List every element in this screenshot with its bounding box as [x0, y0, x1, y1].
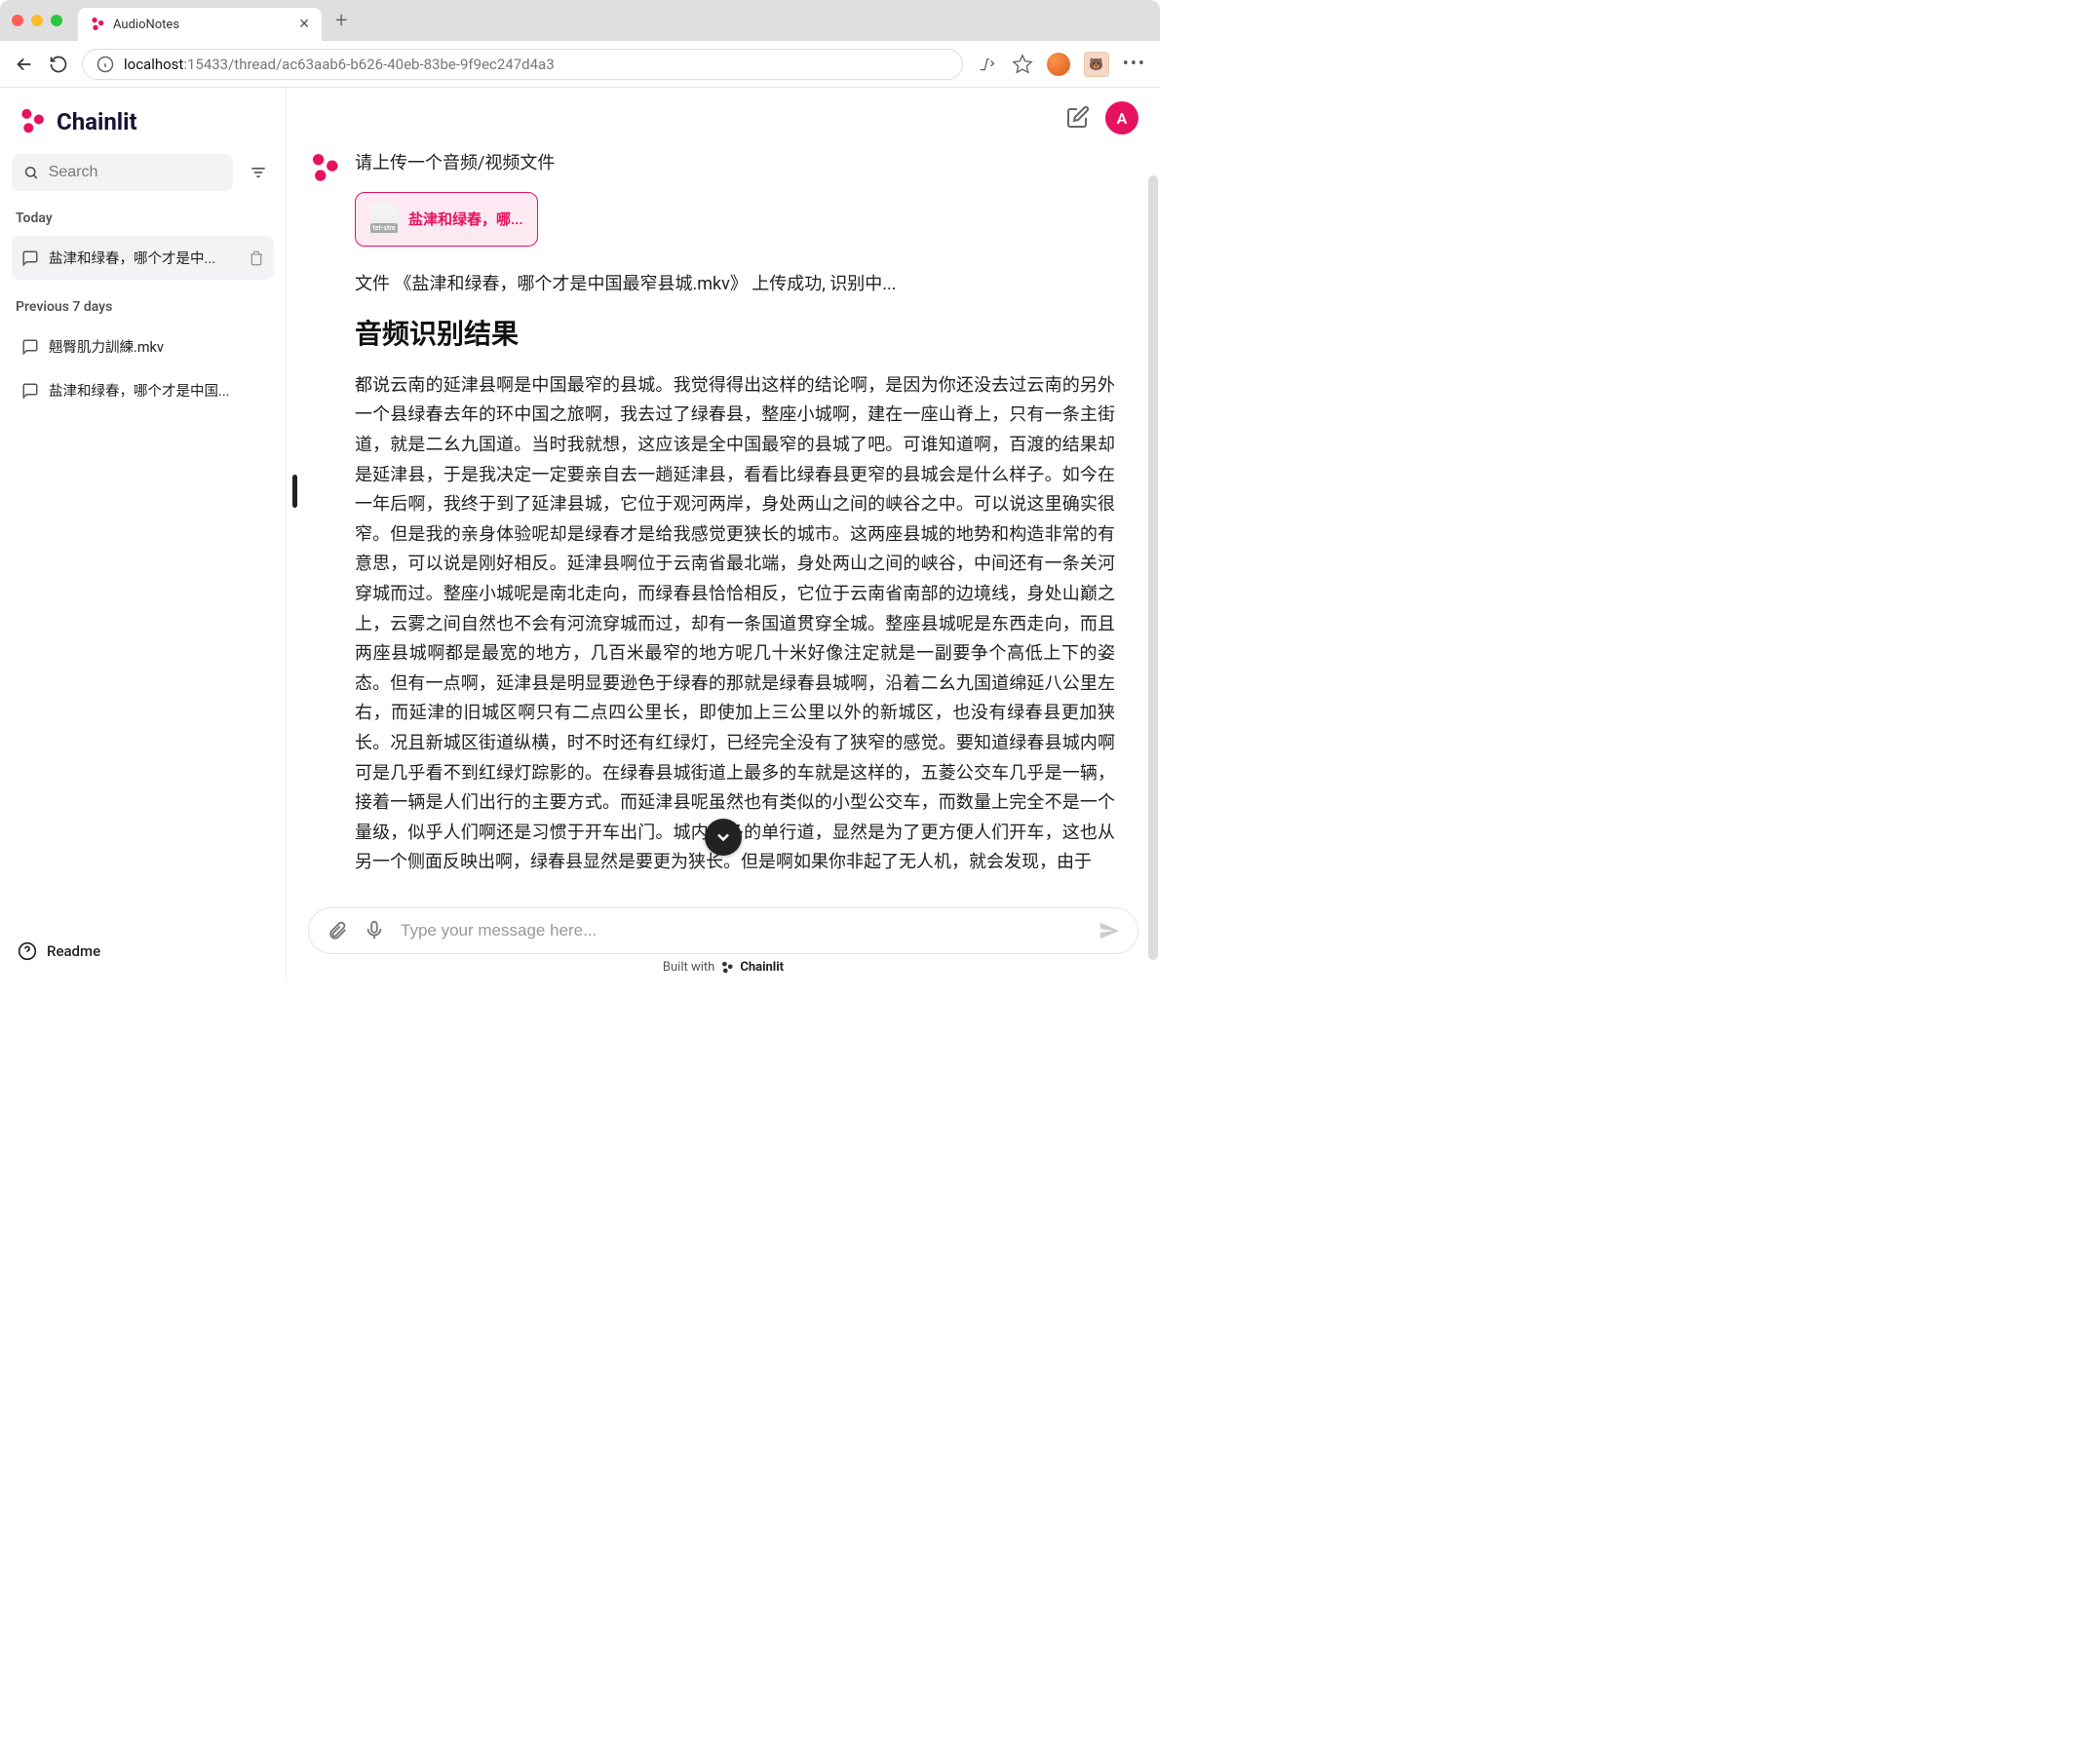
help-icon: [18, 941, 37, 961]
footer-brand: Chainlit: [740, 960, 784, 975]
bot-avatar-icon: [308, 152, 341, 185]
search-row: [12, 154, 274, 191]
thread-title: 盐津和绿春，哪个才是中...: [49, 248, 239, 268]
browser-chrome: AudioNotes ✕ + localhost:15433/thread/ac…: [0, 0, 1160, 88]
section-today: Today: [16, 211, 270, 226]
window-close[interactable]: [12, 15, 23, 26]
voice-button[interactable]: [364, 920, 385, 941]
send-icon: [1099, 920, 1120, 941]
filter-button[interactable]: [243, 157, 274, 188]
composer-area: Built with Chainlit: [287, 898, 1160, 982]
browser-tab-bar: AudioNotes ✕ +: [0, 0, 1160, 41]
tab-close-icon[interactable]: ✕: [298, 17, 310, 32]
scroll-to-bottom-button[interactable]: [705, 819, 742, 856]
microphone-icon: [364, 920, 385, 941]
favorite-icon[interactable]: [1012, 54, 1033, 75]
search-box[interactable]: [12, 154, 233, 191]
window-minimize[interactable]: [31, 15, 43, 26]
brand-logo-icon: [18, 107, 47, 136]
file-thumb-icon: tet-stre: [369, 203, 399, 236]
prompt-text: 请上传一个音频/视频文件: [355, 150, 1115, 178]
user-avatar[interactable]: A: [1105, 101, 1138, 134]
new-chat-button[interactable]: [1066, 105, 1092, 131]
assistant-message: 请上传一个音频/视频文件 tet-stre 盐津和绿春，哪... 文件 《盐津和…: [308, 150, 1138, 878]
upload-status-text: 文件 《盐津和绿春，哪个才是中国最窄县城.mkv》 上传成功, 识别中...: [355, 270, 1115, 295]
back-button[interactable]: [14, 54, 35, 75]
file-chip-label: 盐津和绿春，哪...: [408, 209, 523, 229]
site-info-icon[interactable]: [96, 56, 114, 73]
browser-tab[interactable]: AudioNotes ✕: [78, 8, 322, 41]
address-bar[interactable]: localhost:15433/thread/ac63aab6-b626-40e…: [82, 49, 963, 80]
message-composer[interactable]: [308, 907, 1138, 954]
thread-title: 翹臀肌力訓練.mkv: [49, 336, 264, 357]
app-root: Chainlit Today 盐津和绿春，哪个才是中... Previous 7…: [0, 88, 1160, 982]
search-input[interactable]: [49, 164, 221, 181]
browser-right-controls: 🐻 •••: [977, 52, 1146, 77]
browser-toolbar: localhost:15433/thread/ac63aab6-b626-40e…: [0, 41, 1160, 88]
window-controls: [12, 15, 62, 26]
paperclip-icon: [327, 920, 348, 941]
chat-icon: [21, 382, 39, 400]
footer-branding[interactable]: Built with Chainlit: [308, 954, 1138, 975]
tab-title: AudioNotes: [113, 18, 290, 32]
brand[interactable]: Chainlit: [12, 99, 274, 154]
result-heading: 音频识别结果: [355, 313, 1115, 352]
thread-item[interactable]: 翹臀肌力訓練.mkv: [12, 325, 274, 368]
scrollbar[interactable]: [1148, 175, 1158, 960]
sidebar: Chainlit Today 盐津和绿春，哪个才是中... Previous 7…: [0, 88, 287, 982]
profile-avatar-icon[interactable]: [1047, 53, 1070, 76]
brand-name: Chainlit: [57, 108, 137, 135]
result-body: 都说云南的延津县啊是中国最窄的县城。我觉得得出这样的结论啊，是因为你还没去过云南…: [355, 371, 1115, 878]
message-body: 请上传一个音频/视频文件 tet-stre 盐津和绿春，哪... 文件 《盐津和…: [355, 150, 1115, 878]
extension-icon[interactable]: 🐻: [1084, 52, 1109, 77]
url-text: localhost:15433/thread/ac63aab6-b626-40e…: [124, 56, 555, 73]
tab-favicon: [90, 17, 105, 32]
search-icon: [23, 164, 39, 181]
conversation-scroll[interactable]: 请上传一个音频/视频文件 tet-stre 盐津和绿春，哪... 文件 《盐津和…: [287, 140, 1160, 982]
main-header: A: [287, 88, 1160, 140]
user-initial: A: [1117, 109, 1128, 128]
readme-label: Readme: [47, 942, 100, 960]
footer-logo-icon: [720, 961, 734, 975]
chat-icon: [21, 249, 39, 267]
main-panel: A 请上传一个音频/视频文件 tet-stre 盐津和绿春，哪... 文件 《盐…: [287, 88, 1160, 982]
reload-button[interactable]: [49, 55, 68, 74]
read-aloud-icon[interactable]: [977, 54, 998, 75]
chat-icon: [21, 338, 39, 356]
footer-prefix: Built with: [663, 960, 714, 975]
readme-link[interactable]: Readme: [12, 932, 274, 971]
delete-icon[interactable]: [249, 250, 264, 266]
new-tab-button[interactable]: +: [335, 9, 347, 33]
message-input[interactable]: [401, 921, 1083, 940]
attach-button[interactable]: [327, 920, 348, 941]
thread-title: 盐津和绿春，哪个才是中国...: [49, 380, 264, 401]
chevron-down-icon: [713, 827, 733, 847]
uploaded-file-chip[interactable]: tet-stre 盐津和绿春，哪...: [355, 192, 538, 247]
thread-item[interactable]: 盐津和绿春，哪个才是中国...: [12, 368, 274, 412]
more-menu-icon[interactable]: •••: [1123, 54, 1146, 74]
window-maximize[interactable]: [51, 15, 62, 26]
section-prev7: Previous 7 days: [16, 299, 270, 315]
thread-item[interactable]: 盐津和绿春，哪个才是中...: [12, 236, 274, 280]
compose-icon: [1066, 105, 1090, 129]
send-button[interactable]: [1099, 920, 1120, 941]
